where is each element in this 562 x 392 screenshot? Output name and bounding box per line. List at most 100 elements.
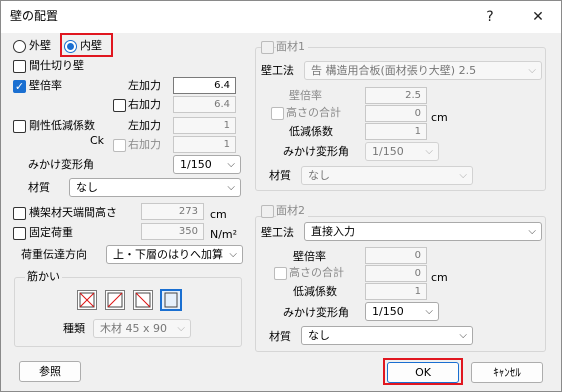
brace-type-label: 種類 [63, 322, 85, 335]
wall-ratio-label: 壁倍率 [29, 79, 62, 92]
beam-height-checkbox[interactable] [13, 207, 26, 220]
face2-height-input[interactable]: 0 [365, 265, 427, 282]
beam-height-input[interactable]: 273 [141, 203, 204, 220]
face2-deform-value: 1/150 [372, 305, 404, 318]
chevron-down-icon: ⌵ [528, 65, 536, 76]
outer-wall-radio[interactable] [13, 40, 26, 53]
highlight-box [60, 33, 113, 57]
brace-x-icon[interactable] [77, 290, 97, 310]
face2-reduction-label: 低減係数 [293, 285, 337, 298]
cancel-button[interactable]: ｷｬﾝｾﾙ [471, 362, 543, 383]
face1-material-select[interactable]: なし ⌵ [301, 166, 473, 185]
rigidity-checkbox[interactable] [13, 120, 26, 133]
wall-ratio-right-label: 右加力 [128, 98, 161, 111]
wall-ratio-left-input[interactable]: 6.4 [173, 77, 236, 94]
deform-label: みかけ変形角 [28, 158, 94, 171]
rigidity-ck-label: Ck [90, 134, 105, 147]
load-transfer-value: 上・下層のはりへ加算 [113, 248, 223, 261]
face1-height-label: 高さの合計 [286, 106, 341, 119]
face1-method-label: 壁工法 [261, 64, 294, 77]
rigidity-right-input[interactable]: 1 [173, 136, 236, 153]
chevron-down-icon: ⌵ [425, 306, 433, 317]
face1-deform-label: みかけ変形角 [283, 145, 349, 158]
face2-material-label: 材質 [269, 330, 291, 343]
chevron-down-icon: ⌵ [425, 146, 433, 157]
brace-backslash-icon[interactable] [133, 290, 153, 310]
chevron-down-icon: ⌵ [459, 330, 467, 341]
face1-height-input[interactable]: 0 [365, 105, 427, 122]
face2-checkbox[interactable] [261, 205, 274, 218]
face1-checkbox[interactable] [261, 41, 274, 54]
fixed-load-checkbox[interactable] [13, 227, 26, 240]
deform-select[interactable]: 1/150 ⌵ [173, 155, 241, 174]
fixed-load-unit: N/m² [210, 228, 238, 241]
outer-wall-label: 外壁 [29, 39, 51, 52]
highlight-box [383, 358, 463, 385]
wall-ratio-right-checkbox[interactable] [113, 99, 126, 112]
fixed-load-input[interactable]: 350 [141, 223, 204, 240]
load-transfer-label: 荷重伝達方向 [21, 248, 87, 261]
face2-method-label: 壁工法 [261, 226, 294, 239]
pillar-cut-checkbox[interactable] [13, 60, 26, 73]
brace-slash-icon[interactable] [105, 290, 125, 310]
chevron-down-icon: ⌵ [227, 182, 235, 193]
face2-deform-select[interactable]: 1/150 ⌵ [365, 302, 439, 321]
wall-ratio-right-input[interactable]: 6.4 [173, 96, 236, 113]
face2-method-select[interactable]: 直接入力 ⌵ [304, 222, 542, 241]
face1-ratio-label: 壁倍率 [289, 89, 322, 102]
face1-reduction-input[interactable]: 1 [365, 123, 427, 140]
rigidity-label: 剛性低減係数 [29, 119, 95, 132]
chevron-down-icon: ⌵ [177, 323, 185, 334]
rigidity-left-label: 左加力 [128, 119, 161, 132]
face2-ratio-label: 壁倍率 [293, 250, 326, 263]
material-select[interactable]: なし ⌵ [69, 178, 241, 197]
face2-unit: cm [431, 271, 448, 284]
dialog-window: 壁の配置 ? ✕ 外壁 内壁 間仕切り壁 ✓ 壁倍率 左加力 6.4 右加力 6… [0, 0, 562, 392]
rigidity-left-input[interactable]: 1 [173, 117, 236, 134]
face2-height-label: 高さの合計 [289, 266, 344, 279]
fixed-load-label: 固定荷重 [29, 226, 73, 239]
chevron-down-icon: ⌵ [227, 159, 235, 170]
face1-material-value: なし [308, 169, 330, 182]
material-value: なし [76, 181, 98, 194]
rigidity-right-label: 右加力 [128, 138, 161, 151]
face1-ratio-input[interactable]: 2.5 [365, 87, 427, 104]
wall-ratio-checkbox[interactable]: ✓ [13, 80, 26, 93]
reference-button[interactable]: 参照 [19, 361, 81, 382]
face2-method-value: 直接入力 [311, 225, 355, 238]
chevron-down-icon: ⌵ [528, 226, 536, 237]
deform-value: 1/150 [180, 158, 212, 171]
beam-height-unit: cm [210, 208, 227, 221]
face2-ratio-input[interactable]: 0 [365, 247, 427, 264]
face2-material-select[interactable]: なし ⌵ [301, 326, 473, 345]
face2-title: 面材2 [276, 204, 308, 218]
face2-deform-label: みかけ変形角 [283, 306, 349, 319]
face1-title: 面材1 [276, 40, 308, 54]
help-button[interactable]: ? [469, 1, 511, 33]
chevron-down-icon: ⌵ [229, 249, 237, 260]
face1-material-label: 材質 [269, 169, 291, 182]
face1-height-checkbox[interactable] [271, 107, 284, 120]
brace-none-icon[interactable] [160, 289, 182, 311]
face2-material-value: なし [308, 329, 330, 342]
face1-method-value: 告 構造用合板(面材張り大壁) 2.5 [311, 64, 477, 77]
load-transfer-select[interactable]: 上・下層のはりへ加算 ⌵ [106, 245, 243, 264]
close-button[interactable]: ✕ [517, 1, 559, 33]
face1-unit: cm [431, 111, 448, 124]
brace-type-value: 木材 45 x 90 [100, 322, 167, 335]
face1-reduction-label: 低減係数 [289, 125, 333, 138]
face1-deform-select[interactable]: 1/150 ⌵ [365, 142, 439, 161]
face1-method-select[interactable]: 告 構造用合板(面材張り大壁) 2.5 ⌵ [304, 61, 542, 80]
brace-group-label: 筋かい [25, 270, 62, 284]
beam-height-label: 横架材天端間高さ [29, 206, 117, 219]
material-label: 材質 [28, 181, 50, 194]
face1-deform-value: 1/150 [372, 145, 404, 158]
face2-reduction-input[interactable]: 1 [365, 283, 427, 300]
window-title: 壁の配置 [10, 9, 59, 23]
wall-ratio-left-label: 左加力 [128, 79, 161, 92]
chevron-down-icon: ⌵ [459, 170, 467, 181]
title-bar: 壁の配置 ? ✕ [1, 1, 561, 33]
rigidity-right-checkbox[interactable] [113, 139, 126, 152]
brace-type-select[interactable]: 木材 45 x 90 ⌵ [93, 319, 191, 338]
face2-height-checkbox[interactable] [274, 267, 287, 280]
